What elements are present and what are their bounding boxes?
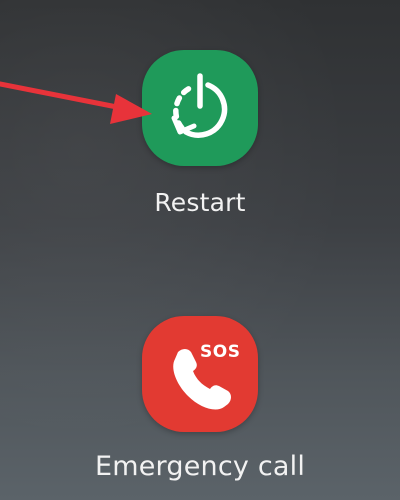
emergency-call-button[interactable]: SOS (142, 316, 258, 432)
restart-icon (160, 68, 240, 148)
sos-badge: SOS (200, 342, 241, 362)
emergency-call-option[interactable]: SOS Emergency call (0, 316, 400, 482)
emergency-call-icon: SOS (158, 332, 242, 416)
red-arrow-pointer (0, 81, 152, 124)
emergency-call-label: Emergency call (94, 451, 306, 482)
restart-label: Restart (154, 188, 246, 217)
